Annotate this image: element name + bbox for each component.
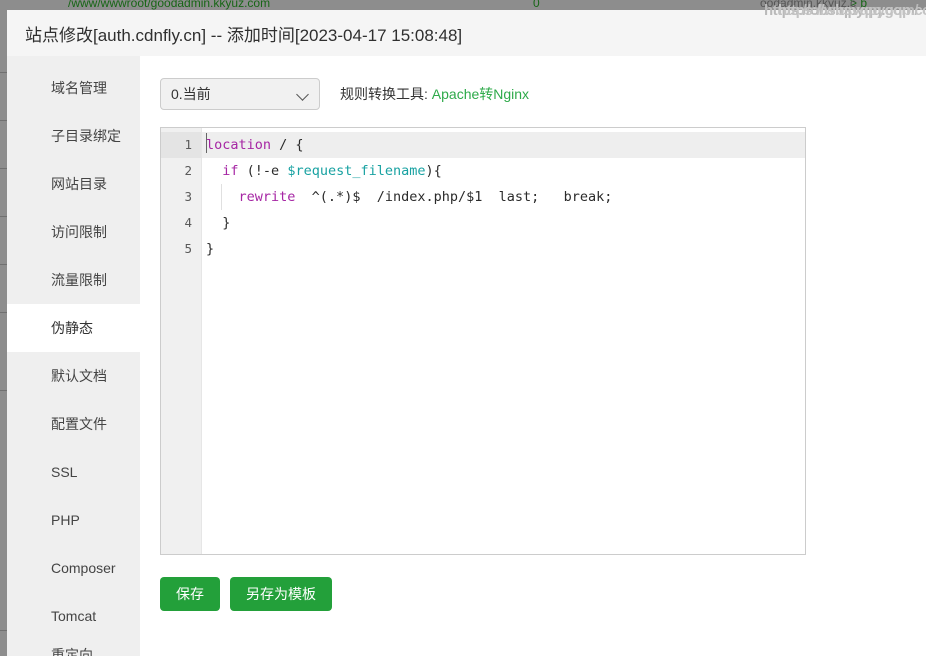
- site-edit-modal: 站点修改[auth.cdnfly.cn] -- 添加时间[2023-04-17 …: [7, 10, 926, 656]
- sidebar-item-traffic-limit[interactable]: 流量限制: [7, 256, 140, 304]
- code-token-plain: ){: [425, 163, 441, 179]
- sidebar-item-redirect[interactable]: 重定向: [7, 640, 140, 656]
- line-number: 1: [161, 132, 201, 158]
- template-select[interactable]: 0.当前: [160, 78, 320, 110]
- sidebar-item-tomcat[interactable]: Tomcat: [7, 592, 140, 640]
- screenshot-root: /www/wwwroot/goodadmin.kkyuz.com 0 > b o…: [0, 0, 926, 656]
- code-editor[interactable]: 1 2 3 4 5 location / { if (!-e $request_…: [160, 127, 806, 555]
- background-url-host: oodadmin.kkyuz.c: [760, 0, 856, 10]
- page-title: 站点修改[auth.cdnfly.cn] -- 添加时间[2023-04-17 …: [25, 21, 462, 46]
- sidebar-item-config-file[interactable]: 配置文件: [7, 400, 140, 448]
- save-button[interactable]: 保存: [160, 577, 220, 611]
- apache-to-nginx-link[interactable]: Apache转Nginx: [432, 86, 529, 102]
- line-number: 3: [161, 184, 201, 210]
- line-number: 5: [161, 236, 201, 262]
- line-number: 4: [161, 210, 201, 236]
- code-token-variable: $request_filename: [287, 163, 425, 179]
- line-number-gutter: 1 2 3 4 5: [161, 128, 201, 554]
- background-left-strip: [0, 10, 7, 656]
- code-token-plain: ^(.*)$ /index.php/$1 last; break;: [295, 189, 612, 205]
- code-line: if (!-e $request_filename){: [202, 158, 805, 184]
- template-select-value: 0.当前: [171, 84, 211, 104]
- modal-header: 站点修改[auth.cdnfly.cn] -- 添加时间[2023-04-17 …: [7, 10, 926, 56]
- sidebar-item-subdirectory-binding[interactable]: 子目录绑定: [7, 112, 140, 160]
- code-token-keyword: rewrite: [239, 189, 296, 205]
- text-caret: [206, 133, 207, 153]
- save-as-template-button[interactable]: 另存为模板: [230, 577, 332, 611]
- code-token-plain: / {: [271, 137, 304, 153]
- sidebar-item-composer[interactable]: Composer: [7, 544, 140, 592]
- code-token-indent: [206, 163, 222, 179]
- modal-body: 域名管理 子目录绑定 网站目录 访问限制 流量限制 伪静态 默认文档 配置文件 …: [7, 56, 926, 656]
- code-line: rewrite ^(.*)$ /index.php/$1 last; break…: [202, 184, 805, 210]
- code-token-plain: (!-e: [239, 163, 288, 179]
- code-token-keyword: location: [206, 137, 271, 153]
- editor-toolbar: 0.当前 规则转换工具: Apache转Nginx: [160, 78, 926, 110]
- code-token-keyword: if: [222, 163, 238, 179]
- code-token-indent: [206, 189, 239, 205]
- sidebar-item-ssl[interactable]: SSL: [7, 448, 140, 496]
- code-line: }: [202, 236, 805, 262]
- code-line: }: [202, 210, 805, 236]
- background-url-text: /www/wwwroot/goodadmin.kkyuz.com: [68, 0, 270, 10]
- converter-label-wrap: 规则转换工具: Apache转Nginx: [340, 84, 529, 104]
- sidebar-item-website-directory[interactable]: 网站目录: [7, 160, 140, 208]
- converter-label: 规则转换工具:: [340, 86, 428, 102]
- code-area[interactable]: location / { if (!-e $request_filename){…: [201, 128, 805, 554]
- sidebar-item-access-restriction[interactable]: 访问限制: [7, 208, 140, 256]
- sidebar-item-pseudo-static[interactable]: 伪静态: [7, 304, 140, 352]
- main-content: 0.当前 规则转换工具: Apache转Nginx 1 2 3 4 5: [140, 56, 926, 656]
- sidebar-item-domain-management[interactable]: 域名管理: [7, 64, 140, 112]
- code-line: location / {: [202, 132, 805, 158]
- sidebar-item-default-document[interactable]: 默认文档: [7, 352, 140, 400]
- action-buttons: 保存 另存为模板: [160, 577, 926, 611]
- background-url-bar: /www/wwwroot/goodadmin.kkyuz.com 0 > b o…: [0, 0, 926, 10]
- indent-guide: [221, 184, 222, 210]
- sidebar-item-php[interactable]: PHP: [7, 496, 140, 544]
- sidebar: 域名管理 子目录绑定 网站目录 访问限制 流量限制 伪静态 默认文档 配置文件 …: [7, 56, 140, 656]
- chevron-down-icon: [297, 88, 309, 100]
- background-url-zero: 0: [533, 0, 540, 10]
- line-number: 2: [161, 158, 201, 184]
